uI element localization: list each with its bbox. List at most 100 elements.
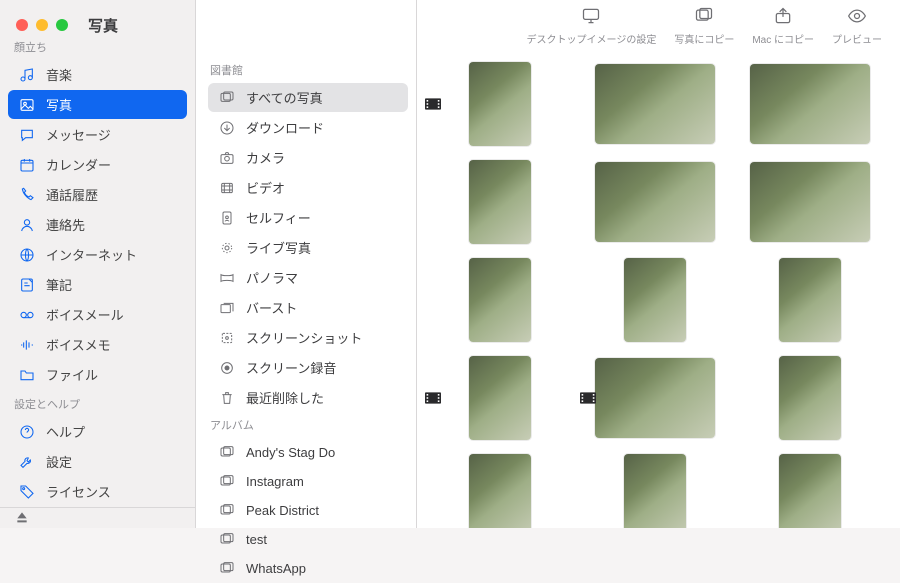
sidebar-item-help[interactable]: ヘルプ: [8, 417, 187, 446]
sidebar-item-photos[interactable]: 写真: [8, 90, 187, 119]
library-item-panorama[interactable]: パノラマ: [208, 263, 408, 292]
thumbnail-cell[interactable]: [737, 159, 882, 245]
sidebar-item-contacts[interactable]: 連絡先: [8, 210, 187, 239]
zoom-window[interactable]: [56, 19, 68, 31]
thumbnail-cell[interactable]: [582, 453, 727, 528]
library-item-live[interactable]: ライブ写真: [208, 233, 408, 262]
thumbnail-image: [750, 162, 870, 242]
album-icon: [218, 472, 236, 490]
phone-icon: [18, 186, 36, 204]
photo-icon: [18, 96, 36, 114]
sidebar-item-calendar[interactable]: カレンダー: [8, 150, 187, 179]
thumbnail-image: [750, 64, 870, 144]
sidebar-item-label: ボイスメモ: [46, 335, 111, 354]
thumbnail-cell[interactable]: [737, 453, 882, 528]
library-item-trash[interactable]: 最近削除した: [208, 383, 408, 412]
library-item-label: Andy's Stag Do: [246, 445, 335, 460]
close-window[interactable]: [16, 19, 28, 31]
sidebar-item-settings[interactable]: 設定: [8, 447, 187, 476]
toolbar-label: Mac にコピー: [752, 31, 814, 46]
library-item-camera[interactable]: カメラ: [208, 143, 408, 172]
thumbnail-cell[interactable]: [737, 61, 882, 147]
camera-icon: [218, 149, 236, 167]
left-sidebar: 顔立ち 音楽 写真 メッセージ カレンダー 通話履歴 連絡先 インターネット 筆…: [0, 0, 196, 528]
album-icon: [218, 530, 236, 548]
library-item-label: ダウンロード: [246, 118, 324, 137]
thumbnail-cell[interactable]: [737, 355, 882, 441]
library-item-label: セルフィー: [246, 208, 311, 227]
albums-header: アルバム: [196, 413, 416, 437]
app-title: 写真: [88, 15, 118, 36]
sidebar-item-label: 連絡先: [46, 215, 85, 234]
library-item-label: ビデオ: [246, 178, 285, 197]
library-item-label: test: [246, 532, 267, 547]
thumbnail-cell[interactable]: [427, 453, 572, 528]
library-item-label: すべての写真: [246, 88, 323, 107]
toolbar-set-desktop[interactable]: デスクトップイメージの設定: [527, 6, 657, 46]
album-icon: [218, 443, 236, 461]
library-item-screenshot[interactable]: スクリーンショット: [208, 323, 408, 352]
thumbnail-image: [469, 454, 531, 528]
thumbnail-cell[interactable]: [582, 355, 727, 441]
wrench-icon: [18, 453, 36, 471]
sidebar-item-calls[interactable]: 通話履歴: [8, 180, 187, 209]
library-panel: 図書館 すべての写真 ダウンロード カメラ ビデオ セルフィー ライブ写真 パノ…: [196, 0, 417, 528]
sidebar-item-label: 音楽: [46, 65, 72, 84]
film-icon: [423, 96, 443, 112]
thumbnail-cell[interactable]: [737, 257, 882, 343]
trash-icon: [218, 389, 236, 407]
thumbnail-cell[interactable]: [427, 61, 572, 147]
person-icon: [18, 216, 36, 234]
toolbar-copy-mac[interactable]: Mac にコピー: [752, 6, 814, 46]
library-item-all[interactable]: すべての写真: [208, 83, 408, 112]
library-item-screenrec[interactable]: スクリーン録音: [208, 353, 408, 382]
sidebar-item-voicememo[interactable]: ボイスメモ: [8, 330, 187, 359]
thumbnail-image: [779, 454, 841, 528]
thumbnail-grid: [417, 51, 900, 528]
thumbnail-cell[interactable]: [427, 355, 572, 441]
film-icon: [423, 390, 443, 406]
voicemail-icon: [18, 306, 36, 324]
thumbnail-cell[interactable]: [427, 257, 572, 343]
library-item-selfies[interactable]: セルフィー: [208, 203, 408, 232]
chat-icon: [18, 126, 36, 144]
sidebar-item-music[interactable]: 音楽: [8, 60, 187, 89]
sidebar-item-label: ライセンス: [46, 482, 111, 501]
eye-icon: [847, 6, 867, 29]
library-item-a2[interactable]: Instagram: [208, 467, 408, 495]
library-item-downloads[interactable]: ダウンロード: [208, 113, 408, 142]
library-item-a3[interactable]: Peak District: [208, 496, 408, 524]
library-item-a5[interactable]: WhatsApp: [208, 554, 408, 582]
library-item-videos[interactable]: ビデオ: [208, 173, 408, 202]
sidebar-item-files[interactable]: ファイル: [8, 360, 187, 389]
screenshot-icon: [218, 329, 236, 347]
globe-icon: [18, 246, 36, 264]
sidebar-item-notes[interactable]: 筆記: [8, 270, 187, 299]
thumbnail-image: [469, 160, 531, 244]
thumbnail-cell[interactable]: [582, 61, 727, 147]
sidebar-item-label: ヘルプ: [46, 422, 85, 441]
library-item-a1[interactable]: Andy's Stag Do: [208, 438, 408, 466]
sidebar-item-label: ボイスメール: [46, 305, 124, 324]
burst-icon: [218, 299, 236, 317]
library-item-a4[interactable]: test: [208, 525, 408, 553]
desktop-icon: [581, 6, 601, 29]
thumbnail-image: [779, 258, 841, 342]
minimize-window[interactable]: [36, 19, 48, 31]
thumbnail-cell[interactable]: [582, 159, 727, 245]
calendar-icon: [18, 156, 36, 174]
library-item-burst[interactable]: バースト: [208, 293, 408, 322]
thumbnail-cell[interactable]: [427, 159, 572, 245]
library-item-label: バースト: [246, 298, 297, 317]
film-icon: [578, 390, 598, 406]
toolbar-preview[interactable]: プレビュー: [832, 6, 882, 46]
sidebar-item-voicemail[interactable]: ボイスメール: [8, 300, 187, 329]
thumbnail-cell[interactable]: [582, 257, 727, 343]
sidebar-item-internet[interactable]: インターネット: [8, 240, 187, 269]
sidebar-item-messages[interactable]: メッセージ: [8, 120, 187, 149]
library-header: 図書館: [196, 58, 416, 82]
eject-device-button[interactable]: [0, 507, 195, 528]
pano-icon: [218, 269, 236, 287]
toolbar-copy-photos[interactable]: 写真にコピー: [674, 6, 734, 46]
sidebar-item-license[interactable]: ライセンス: [8, 477, 187, 506]
